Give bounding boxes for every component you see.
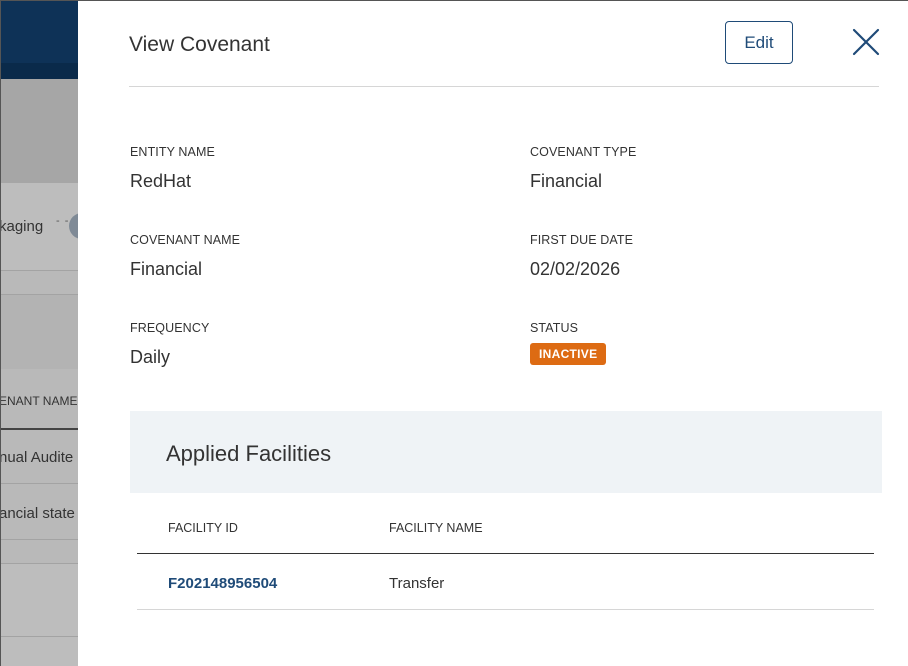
covenant-name-field: COVENANT NAME Financial [130,233,240,280]
background-table-cell: nual Audite [1,449,74,466]
first-due-date-field: FIRST DUE DATE 02/02/2026 [530,233,633,280]
close-icon [852,28,880,56]
first-due-date-value: 02/02/2026 [530,259,621,279]
status-field: STATUS INACTIVE [530,321,607,365]
background-column-header: ENANT NAME [1,394,78,408]
background-section [1,295,78,369]
applied-facilities-header: Applied Facilities [130,411,882,493]
status-badge: INACTIVE [530,343,607,365]
facilities-table-header: FACILITY ID FACILITY NAME [137,501,874,554]
background-header [1,1,78,79]
background-column-underline [1,428,78,430]
facilities-table: FACILITY ID FACILITY NAME F202148956504 … [137,501,874,610]
background-divider [1,539,78,540]
covenant-type-field: COVENANT TYPE Financial [530,145,636,192]
applied-facilities-title: Applied Facilities [166,441,332,466]
modal-header: View Covenant Edit [129,1,881,87]
background-lower-area [1,563,78,666]
first-due-date-label: FIRST DUE DATE [530,233,634,247]
background-banner [1,79,78,183]
frequency-field: FREQUENCY Daily [130,321,209,368]
close-button[interactable] [851,27,881,57]
entity-name-field: ENTITY NAME RedHat [130,145,215,192]
background-divider [1,483,78,484]
background-divider [1,636,78,637]
background-tab-label: kaging [1,218,44,235]
column-header-facility-name: FACILITY NAME [389,521,483,535]
entity-name-label: ENTITY NAME [130,145,215,159]
modal-title: View Covenant [129,33,270,56]
edit-button[interactable]: Edit [725,21,793,64]
column-header-facility-id: FACILITY ID [168,521,238,535]
facility-id-link[interactable]: F202148956504 [168,575,277,592]
background-divider [1,563,78,564]
view-covenant-modal: View Covenant Edit ENTITY NAME RedHat CO… [78,1,908,666]
background-app: kaging - - ENANT NAME nual Audite ancial… [1,1,78,666]
table-row: F202148956504 Transfer [137,554,874,610]
covenant-name-label: COVENANT NAME [130,233,241,247]
frequency-label: FREQUENCY [130,321,210,335]
background-dashes: - - [56,215,70,227]
background-table-cell: ancial state [1,505,75,522]
facility-name-cell: Transfer [389,575,445,592]
covenant-name-value: Financial [130,259,203,279]
covenant-type-label: COVENANT TYPE [530,145,637,159]
covenant-type-value: Financial [530,171,603,191]
frequency-value: Daily [130,347,171,367]
entity-name-value: RedHat [130,171,192,191]
status-label: STATUS [530,321,579,335]
